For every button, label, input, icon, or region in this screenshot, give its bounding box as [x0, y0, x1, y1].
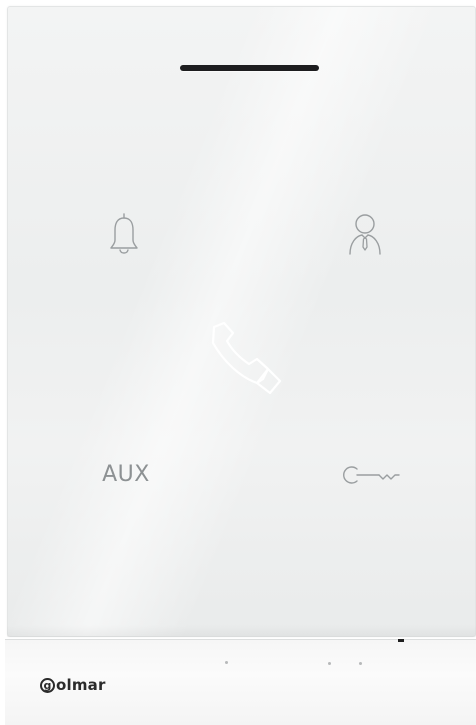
- concierge-button[interactable]: [337, 206, 393, 262]
- brand-logo-mark: g: [40, 677, 55, 693]
- bell-icon: [110, 213, 138, 254]
- mic-hole: [359, 662, 362, 665]
- mic-hole: [328, 662, 331, 665]
- key-icon: [343, 466, 400, 484]
- brand-logo: g olmar: [40, 676, 106, 694]
- status-led: [398, 639, 404, 642]
- door-release-button[interactable]: [337, 458, 405, 492]
- mic-hole: [225, 661, 228, 664]
- call-button[interactable]: [197, 311, 297, 406]
- phone-handset-icon: [211, 321, 282, 394]
- intercom-glass-panel: AUX: [7, 6, 476, 637]
- speaker-slot: [180, 65, 319, 71]
- brand-logo-text: olmar: [56, 676, 106, 694]
- aux-button[interactable]: AUX: [87, 454, 165, 494]
- user-icon: [349, 214, 381, 255]
- aux-label: AUX: [102, 461, 150, 487]
- bell-button[interactable]: [99, 206, 149, 262]
